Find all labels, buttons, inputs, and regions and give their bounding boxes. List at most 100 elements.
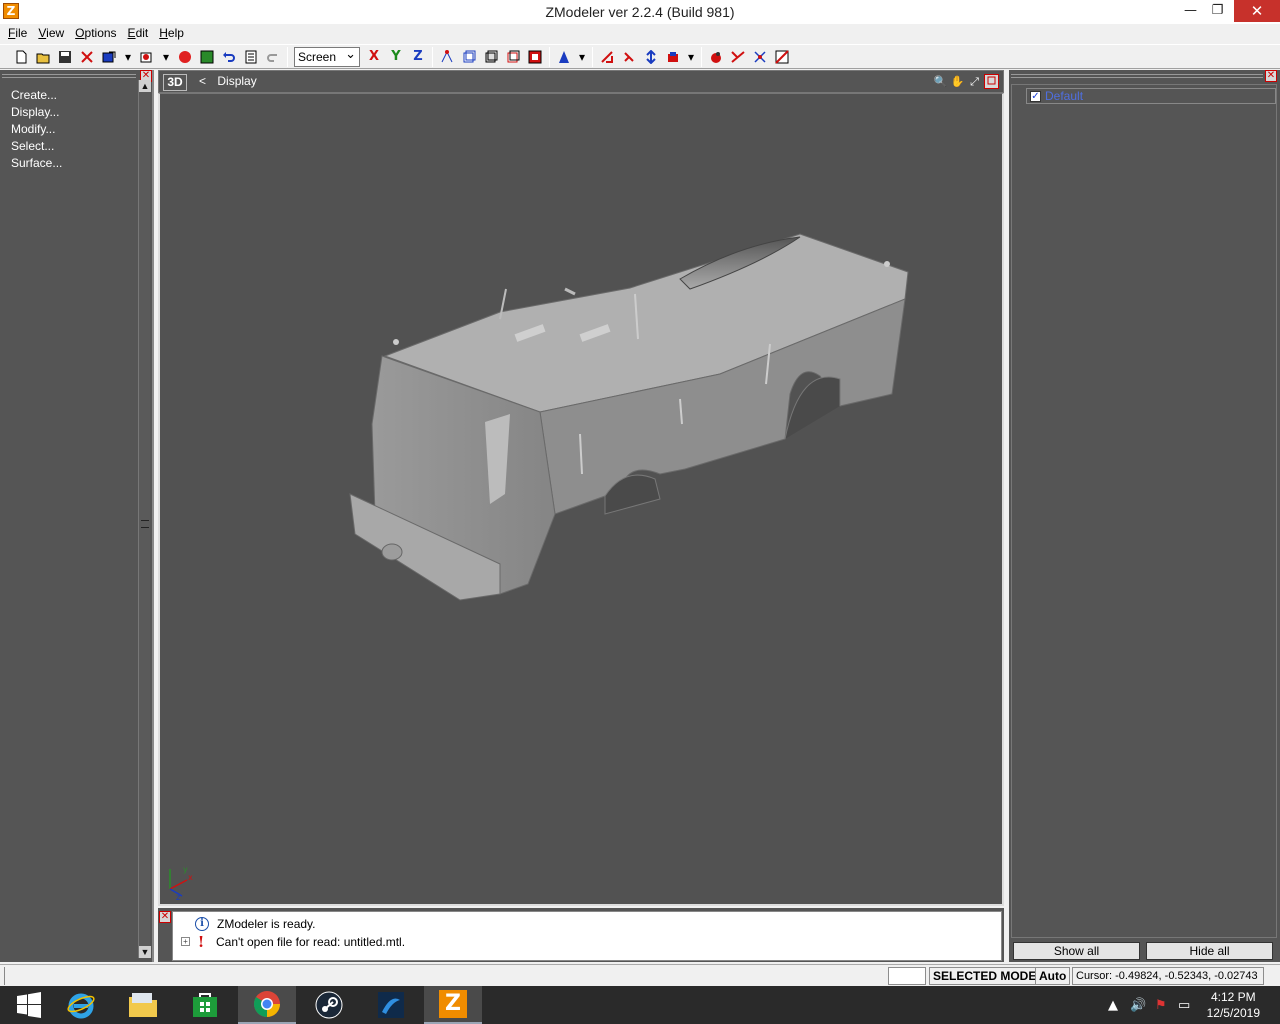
axis-x-toggle[interactable]: X [363,47,385,67]
log-list[interactable]: i ZModeler is ready. + ! Can't open file… [172,911,1002,961]
taskbar-zmodeler[interactable]: Z [424,986,482,1024]
maximize-view-icon[interactable]: ⤢ [967,74,982,89]
show-all-button[interactable]: Show all [1013,942,1140,960]
window-title: ZModeler ver 2.2.4 (Build 981) [545,4,735,20]
cursor-coordinates: Cursor: -0.49824, -0.52343, -0.02743 [1072,967,1264,985]
status-progress-field [888,967,926,985]
import-dropdown-icon[interactable]: ▾ [158,47,174,67]
select-all-icon[interactable] [524,47,546,67]
pan-hand-icon[interactable]: ✋ [950,74,965,89]
rotate-icon[interactable] [618,47,640,67]
viewport-close-icon[interactable] [984,74,999,89]
cut-icon[interactable] [749,47,771,67]
material-icon[interactable] [196,47,218,67]
select-vertex-icon[interactable] [436,47,458,67]
export-dropdown-icon[interactable]: ▾ [120,47,136,67]
breadcrumb-back-icon[interactable]: < [199,74,206,88]
log-close-icon[interactable]: ✕ [159,911,171,923]
undo-icon[interactable] [218,47,240,67]
left-command-panel: ✕ Create... Display... Modify... Select.… [0,70,154,962]
transform-dropdown-icon[interactable]: ▾ [684,47,698,67]
new-file-icon[interactable] [10,47,32,67]
select-group-icon[interactable] [502,47,524,67]
zmodeler-taskbar-icon: Z [439,990,467,1018]
log-entry-text: ZModeler is ready. [217,916,316,931]
select-face-icon[interactable] [458,47,480,67]
taskbar-internet-explorer[interactable] [52,986,110,1024]
pointer-dropdown-icon[interactable]: ▾ [575,47,589,67]
tray-expand-icon[interactable]: ▲ [1108,986,1118,1024]
volume-icon[interactable]: 🔊 [1130,986,1146,1024]
network-icon[interactable]: ▭ [1178,986,1190,1024]
expand-icon[interactable]: + [181,937,190,946]
mirror-icon[interactable] [727,47,749,67]
start-button[interactable] [0,986,58,1024]
fire-truck-model[interactable]: y x z [160,94,1002,905]
object-name[interactable]: Default [1045,89,1083,103]
axis-z-label: z [176,893,180,902]
redo-icon[interactable] [262,47,284,67]
axis-z-toggle[interactable]: Z [407,47,429,67]
object-tree-row[interactable]: ✓ Default [1026,88,1276,104]
view-space-select[interactable]: Screen [294,45,360,67]
hide-all-button[interactable]: Hide all [1146,942,1273,960]
properties-icon[interactable] [240,47,262,67]
menu-help[interactable]: Help [155,24,191,44]
command-create[interactable]: Create... [11,88,62,105]
log-entry: + ! Can't open file for read: untitled.m… [181,933,405,950]
select-object-icon[interactable] [480,47,502,67]
action-center-flag-icon[interactable]: ⚑ [1155,986,1167,1024]
folder-icon [129,993,157,1017]
menu-edit[interactable]: Edit [124,24,156,44]
menu-file[interactable]: File [4,24,34,44]
left-panel-scrollbar[interactable]: ▲ ▼ [138,80,151,958]
taskbar-steam[interactable] [300,986,358,1024]
close-button[interactable]: ✕ [1234,0,1280,22]
taskbar-chrome[interactable] [238,986,296,1024]
command-display[interactable]: Display... [11,105,62,122]
command-select[interactable]: Select... [11,139,62,156]
clock-time: 4:12 PM [1210,990,1256,1004]
title-bar: Z ZModeler ver 2.2.4 (Build 981) — ❐ ✕ [0,0,1280,24]
steam-icon [315,991,343,1019]
command-modify[interactable]: Modify... [11,122,62,139]
save-file-icon[interactable] [54,47,76,67]
auto-mode-indicator[interactable]: Auto [1035,967,1071,985]
toolbar-separator [287,46,288,67]
open-file-icon[interactable] [32,47,54,67]
3d-viewport[interactable]: y x z [158,93,1004,906]
zoom-icon[interactable]: 🔍 [933,74,948,89]
taskbar-blue-app[interactable] [362,986,420,1024]
object-visibility-checkbox[interactable]: ✓ [1030,90,1041,102]
system-clock[interactable]: 4:12 PM 12/5/2019 [1207,989,1260,1021]
import-icon[interactable] [136,47,158,67]
selected-mode-indicator[interactable]: SELECTED MODE [929,967,1041,985]
chrome-icon [253,991,280,1018]
taskbar-store[interactable] [176,986,234,1024]
delete-icon[interactable] [76,47,98,67]
export-icon[interactable] [98,47,120,67]
taskbar-file-explorer[interactable] [114,986,172,1024]
scale-icon[interactable] [640,47,662,67]
panel-grip[interactable] [1011,74,1263,78]
taskbar: Z ▲ 🔊 ⚑ ▭ 4:12 PM 12/5/2019 [0,986,1280,1024]
scroll-up-icon[interactable]: ▲ [139,80,151,92]
object-tree: ✓ Default [1011,84,1277,938]
scroll-down-icon[interactable]: ▼ [139,946,151,958]
axis-y-toggle[interactable]: Y [385,47,407,67]
pointer-icon[interactable] [553,47,575,67]
transform-icon[interactable] [662,47,684,67]
panel-grip[interactable] [2,74,136,78]
paint-icon[interactable] [705,47,727,67]
blue-app-icon [378,992,404,1018]
uv-map-icon[interactable] [771,47,793,67]
menu-options[interactable]: Options [71,24,123,44]
scroll-grip-icon[interactable] [141,520,149,528]
right-panel-close-icon[interactable]: ✕ [1265,70,1277,82]
view-type-label[interactable]: 3D [163,74,187,91]
command-surface[interactable]: Surface... [11,156,62,173]
menu-view[interactable]: View [34,24,71,44]
move-icon[interactable] [596,47,618,67]
render-icon[interactable] [174,47,196,67]
viewport-mode-breadcrumb[interactable]: < Display [199,74,257,88]
